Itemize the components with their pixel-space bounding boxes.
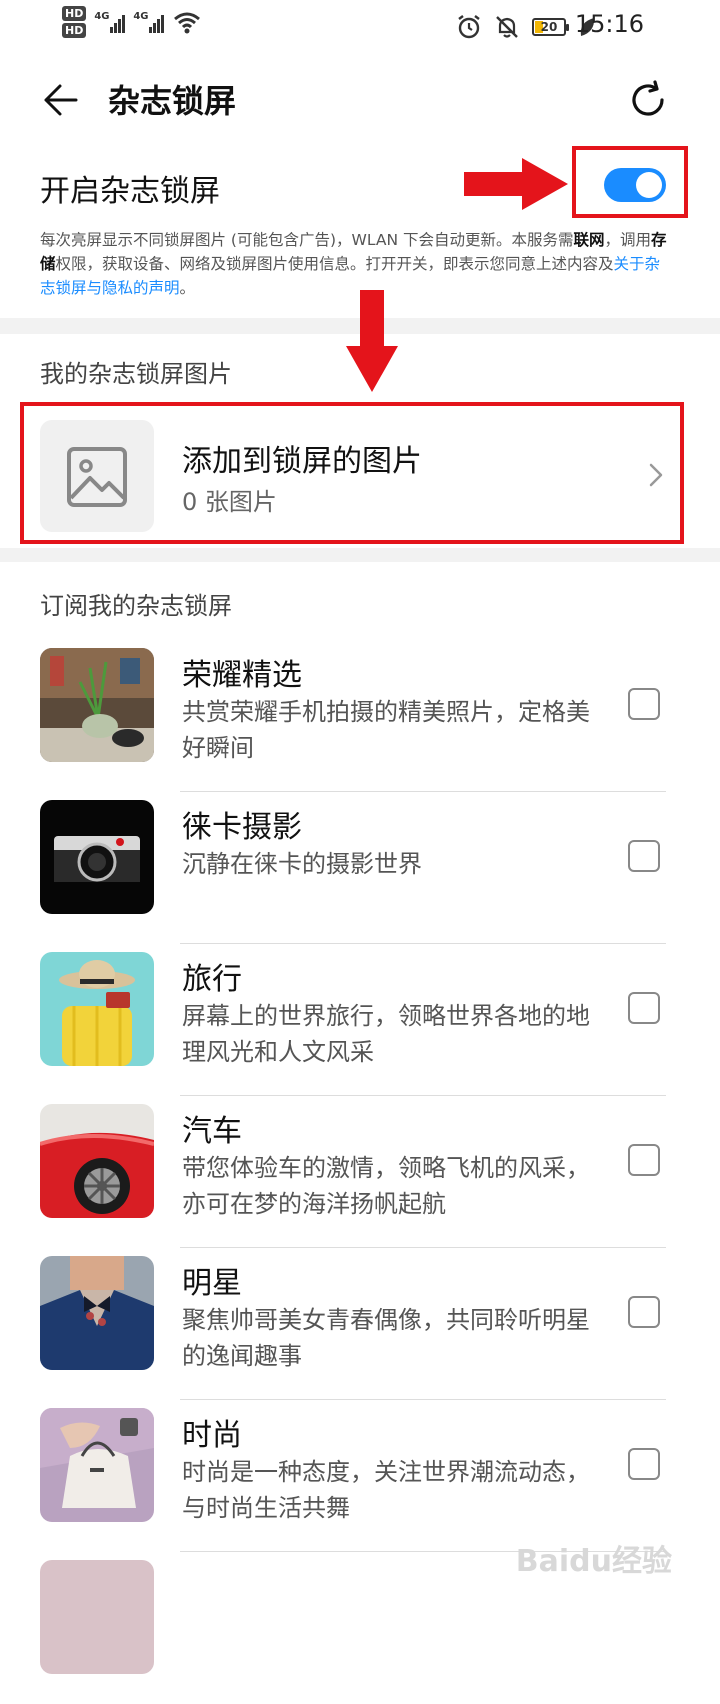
desc-text-1: 每次亮屏显示不同锁屏图片 (可能包含广告)，WLAN 下会自动更新。本服务需 [40,231,574,249]
subscribe-checkbox[interactable] [628,1144,660,1176]
item-desc: 时尚是一种态度，关注世界潮流动态，与时尚生活共舞 [182,1458,590,1522]
desc-text-4: 。 [179,279,196,297]
desc-text-3: 权限，获取设备、网络及锁屏图片使用信息。打开开关，即表示您同意上述内容及 [55,255,614,273]
annotation-arrow-down-icon [346,290,398,392]
travel-thumbnail [40,952,154,1066]
list-item-travel[interactable]: 旅行 屏幕上的世界旅行，领略世界各地的地理风光和人文风采 [0,944,720,1096]
wifi-icon [174,12,201,34]
celebrity-thumbnail [40,1256,154,1370]
hd-badges: HD HD [62,6,87,38]
section-divider-2 [0,548,720,562]
item-desc: 沉静在徕卡的摄影世界 [182,850,422,878]
alarm-icon [458,15,480,39]
item-name: 明星 [182,1266,242,1301]
item-name: 荣耀精选 [182,658,302,693]
list-item-leica[interactable]: 徕卡摄影 沉静在徕卡的摄影世界 [0,792,720,944]
subscribe-checkbox[interactable] [628,840,660,872]
subscribe-checkbox[interactable] [628,1448,660,1480]
my-pictures-section-title: 我的杂志锁屏图片 [40,360,232,388]
hd-badge-1: HD [62,6,87,21]
status-left: HD HD 4G 4G [62,6,202,38]
title-bar: 杂志锁屏 [0,60,720,140]
item-desc: 共赏荣耀手机拍摄的精美照片，定格美好瞬间 [182,698,590,762]
desc-bold-network: 联网 [573,231,605,249]
item-name: 时尚 [182,1418,242,1453]
item-name: 旅行 [182,962,242,997]
status-bar: HD HD 4G 4G 20 15:16 [0,0,720,52]
mute-bell-icon [496,16,518,38]
partial-thumbnail [40,1560,154,1674]
leica-thumbnail [40,800,154,914]
fashion-thumbnail [40,1408,154,1522]
item-desc: 屏幕上的世界旅行，领略世界各地的地理风光和人文风采 [182,1002,590,1066]
switch-label: 开启杂志锁屏 [40,174,220,209]
honor-thumbnail [40,648,154,762]
list-item-fashion[interactable]: 时尚 时尚是一种态度，关注世界潮流动态，与时尚生活共舞 [0,1400,720,1552]
list-item-car[interactable]: 汽车 带您体验车的激情，领略飞机的风采，亦可在梦的海洋扬帆起航 [0,1096,720,1248]
back-arrow-icon[interactable] [40,80,80,120]
signal-icon-2: 4G [133,11,165,33]
network-type-1: 4G [94,11,110,22]
battery-level: 20 [540,20,558,34]
baidu-watermark: Baidu经验 [515,1544,672,1579]
item-desc: 聚焦帅哥美女青春偶像，共同聆听明星的逸闻趣事 [182,1306,590,1370]
signal-icon-1: 4G [94,11,126,33]
subscribe-checkbox[interactable] [628,992,660,1024]
list-item-celebrity[interactable]: 明星 聚焦帅哥美女青春偶像，共同聆听明星的逸闻趣事 [0,1248,720,1400]
item-desc: 带您体验车的激情，领略飞机的风采，亦可在梦的海洋扬帆起航 [182,1154,590,1218]
car-thumbnail [40,1104,154,1218]
subscriptions-section-title: 订阅我的杂志锁屏 [40,592,232,620]
network-type-2: 4G [133,11,149,22]
annotation-box-toggle [572,146,688,218]
battery-icon: 20 [532,18,569,36]
subscribe-checkbox[interactable] [628,1296,660,1328]
subscribe-checkbox[interactable] [628,688,660,720]
item-name: 徕卡摄影 [182,810,302,845]
annotation-box-add-pictures [20,402,684,544]
item-name: 汽车 [182,1114,242,1149]
desc-text-2: ，调用 [604,231,651,249]
hd-badge-2: HD [62,23,87,38]
page-title: 杂志锁屏 [108,82,237,120]
clock-time: 15:16 [574,10,644,38]
list-item-honor-select[interactable]: 荣耀精选 共赏荣耀手机拍摄的精美照片，定格美好瞬间 [0,640,720,792]
annotation-arrow-right-icon [464,158,568,210]
refresh-icon[interactable] [626,78,670,122]
